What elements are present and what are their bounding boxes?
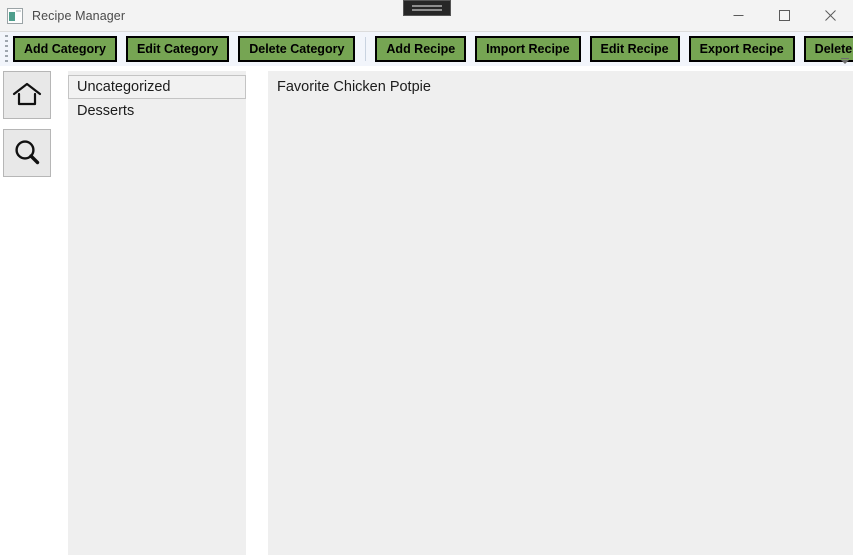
minimize-button[interactable] bbox=[715, 0, 761, 31]
recipe-list-item[interactable]: Favorite Chicken Potpie bbox=[268, 75, 853, 99]
window-title: Recipe Manager bbox=[32, 8, 126, 23]
delete-category-button[interactable]: Delete Category bbox=[238, 36, 356, 62]
import-recipe-button[interactable]: Import Recipe bbox=[475, 36, 581, 62]
home-icon bbox=[12, 81, 42, 109]
search-button[interactable] bbox=[3, 129, 51, 177]
toolbar-separator bbox=[365, 37, 367, 61]
close-button[interactable] bbox=[807, 0, 853, 31]
toolbar-overflow-chevron-icon[interactable] bbox=[839, 50, 851, 64]
recipe-list-panel[interactable]: Favorite Chicken Potpie bbox=[268, 71, 853, 555]
toolbar-drag-handle[interactable] bbox=[5, 35, 8, 63]
export-recipe-button[interactable]: Export Recipe bbox=[688, 36, 795, 62]
maximize-button[interactable] bbox=[761, 0, 807, 31]
category-list-item[interactable]: Desserts bbox=[68, 99, 246, 123]
edit-recipe-button[interactable]: Edit Recipe bbox=[589, 36, 680, 62]
screen-recording-indicator bbox=[403, 0, 451, 16]
add-recipe-button[interactable]: Add Recipe bbox=[375, 36, 467, 62]
main-toolbar: Add Category Edit Category Delete Catego… bbox=[0, 32, 853, 66]
category-list-panel[interactable]: Uncategorized Desserts bbox=[68, 71, 246, 555]
category-list-item[interactable]: Uncategorized bbox=[68, 75, 246, 99]
application-window: Recipe Manager Add Category Edit Categor… bbox=[0, 0, 853, 555]
edit-category-button[interactable]: Edit Category bbox=[125, 36, 230, 62]
home-button[interactable] bbox=[3, 71, 51, 119]
window-app-icon bbox=[7, 7, 23, 24]
icon-rail bbox=[3, 71, 51, 187]
add-category-button[interactable]: Add Category bbox=[13, 36, 117, 62]
window-controls bbox=[715, 0, 853, 31]
search-icon bbox=[12, 138, 42, 168]
main-content: Uncategorized Desserts Favorite Chicken … bbox=[0, 66, 853, 555]
